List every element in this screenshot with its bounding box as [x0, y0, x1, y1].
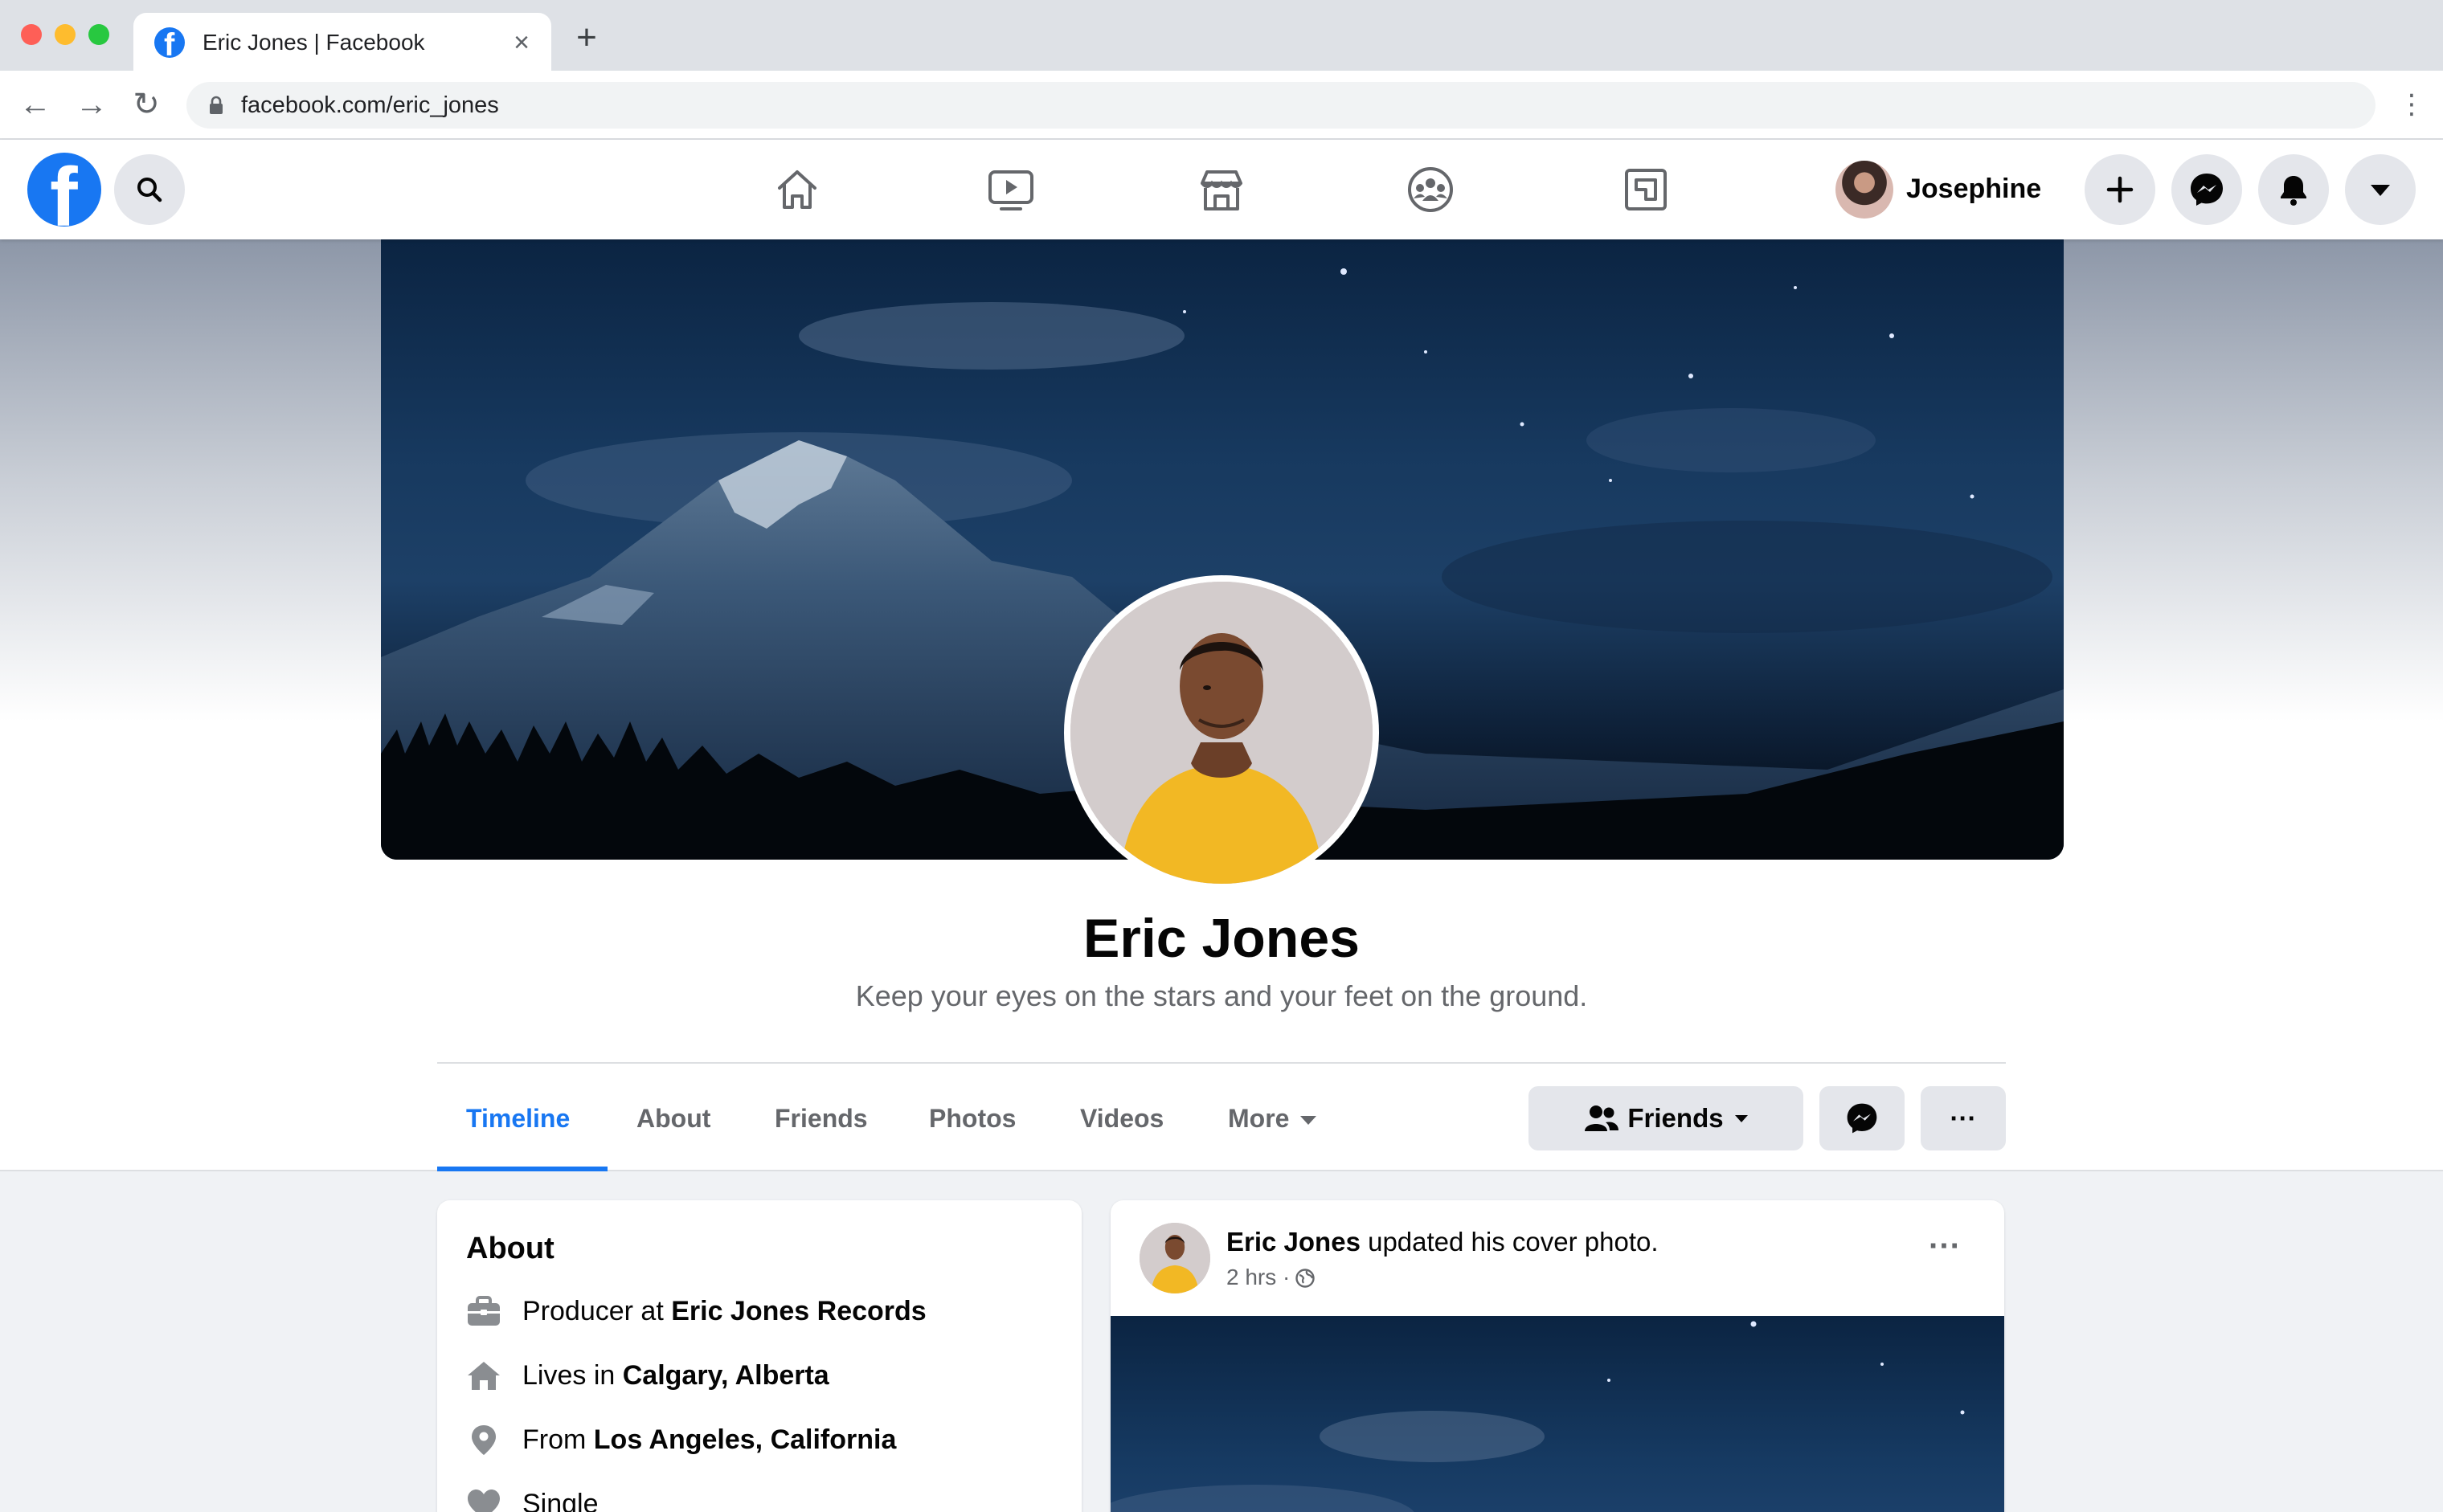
- tab-about[interactable]: About: [636, 1064, 710, 1173]
- facebook-top-nav: f Josephine: [0, 140, 2443, 239]
- tab-title: Eric Jones | Facebook: [203, 30, 425, 55]
- window-close-button[interactable]: [21, 24, 42, 45]
- tab-photos[interactable]: Photos: [929, 1064, 1016, 1173]
- caret-down-icon: [2371, 185, 2390, 196]
- home-icon[interactable]: [771, 164, 823, 215]
- reload-icon[interactable]: ↻: [129, 87, 164, 122]
- facebook-logo-icon[interactable]: f: [27, 153, 101, 227]
- browser-menu-icon[interactable]: ⋮: [2398, 88, 2425, 121]
- about-item-prefix: Producer at: [522, 1296, 672, 1326]
- account-menu-button[interactable]: [2345, 154, 2416, 225]
- friends-icon: [1585, 1105, 1619, 1131]
- globe-icon: [1295, 1269, 1316, 1288]
- notifications-button[interactable]: [2258, 154, 2329, 225]
- heart-icon: [468, 1490, 500, 1512]
- about-card-title: About: [466, 1232, 554, 1265]
- about-item-value[interactable]: Los Angeles, California: [594, 1424, 897, 1455]
- browser-tab-bar: f Eric Jones | Facebook × +: [0, 0, 2443, 71]
- profile-header: Eric Jones Keep your eyes on the stars a…: [0, 239, 2443, 1171]
- messenger-button[interactable]: [2171, 154, 2242, 225]
- marketplace-icon[interactable]: [1196, 164, 1247, 215]
- search-button[interactable]: [114, 154, 185, 225]
- tab-more[interactable]: More: [1228, 1064, 1317, 1173]
- new-tab-button[interactable]: +: [572, 20, 601, 55]
- user-name: Josephine: [1906, 174, 2042, 204]
- tab-videos[interactable]: Videos: [1080, 1064, 1164, 1173]
- about-item-prefix: Lives in: [522, 1360, 623, 1391]
- avatar[interactable]: [1140, 1223, 1210, 1293]
- avatar: [1835, 161, 1893, 219]
- profile-more-button[interactable]: ···: [1921, 1086, 2006, 1150]
- tab-more-label: More: [1228, 1104, 1290, 1133]
- post-time[interactable]: 2 hrs ·: [1226, 1265, 1290, 1289]
- lock-icon: [210, 96, 223, 114]
- about-item-prefix: From: [522, 1424, 594, 1455]
- messenger-icon: [1847, 1103, 1877, 1134]
- profile-name: Eric Jones: [1083, 908, 1360, 969]
- back-arrow-icon[interactable]: ←: [18, 87, 53, 122]
- post-meta: 2 hrs ·: [1226, 1263, 1316, 1292]
- url-text: facebook.com/eric_jones: [241, 92, 499, 118]
- post-image[interactable]: [1111, 1316, 2004, 1512]
- profile-picture[interactable]: [1064, 575, 1379, 890]
- tab-timeline[interactable]: Timeline: [466, 1064, 570, 1173]
- post-card: Eric Jones updated his cover photo. 2 hr…: [1111, 1200, 2004, 1512]
- more-dots-icon: ···: [1950, 1103, 1977, 1133]
- briefcase-icon: [468, 1296, 500, 1326]
- tab-close-icon[interactable]: ×: [509, 29, 534, 56]
- facebook-favicon-icon: f: [154, 27, 185, 58]
- profile-bio: Keep your eyes on the stars and your fee…: [855, 979, 1588, 1012]
- post-options-icon[interactable]: ···: [1921, 1230, 1969, 1266]
- url-field[interactable]: facebook.com/eric_jones: [186, 82, 2375, 129]
- groups-icon[interactable]: [1405, 164, 1456, 215]
- plus-icon: [2106, 176, 2134, 203]
- messenger-icon: [2191, 174, 2223, 206]
- about-card: About Producer at Eric Jones Records Liv…: [437, 1200, 1082, 1512]
- friends-button[interactable]: Friends: [1528, 1086, 1803, 1150]
- gaming-icon[interactable]: [1620, 164, 1672, 215]
- tab-friends[interactable]: Friends: [775, 1064, 868, 1173]
- browser-tab[interactable]: f Eric Jones | Facebook ×: [133, 13, 551, 71]
- about-item-value[interactable]: Eric Jones Records: [671, 1296, 926, 1326]
- post-action: updated his cover photo.: [1360, 1227, 1659, 1257]
- window-minimize-button[interactable]: [55, 24, 76, 45]
- message-button[interactable]: [1819, 1086, 1905, 1150]
- post-headline: Eric Jones updated his cover photo.: [1226, 1224, 1659, 1260]
- chevron-down-icon: [1300, 1116, 1317, 1126]
- watch-icon[interactable]: [985, 164, 1037, 215]
- search-icon: [137, 178, 162, 202]
- house-icon: [468, 1362, 500, 1390]
- post-author[interactable]: Eric Jones: [1226, 1227, 1361, 1257]
- forward-arrow-icon[interactable]: →: [74, 87, 109, 122]
- window-maximize-button[interactable]: [88, 24, 109, 45]
- create-button[interactable]: [2085, 154, 2155, 225]
- caret-down-icon: [1734, 1114, 1748, 1122]
- location-pin-icon: [472, 1425, 496, 1455]
- friends-button-label: Friends: [1627, 1103, 1724, 1133]
- active-tab-indicator: [437, 1167, 608, 1171]
- profile-photo-image: [1070, 582, 1373, 884]
- profile-tabs: Timeline About Friends Photos Videos Mor…: [437, 1062, 2006, 1171]
- about-item-value: Single: [522, 1489, 599, 1512]
- address-bar: ← → ↻ facebook.com/eric_jones ⋮: [0, 71, 2443, 140]
- about-item-value[interactable]: Calgary, Alberta: [623, 1360, 829, 1391]
- bell-icon: [2281, 176, 2306, 206]
